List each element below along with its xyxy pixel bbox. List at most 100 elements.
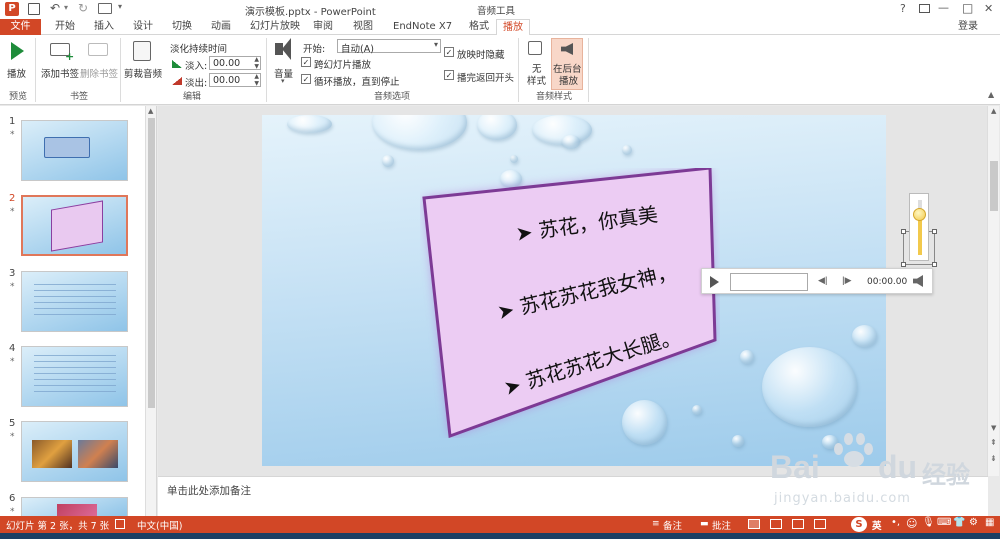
trim-audio-icon[interactable]	[133, 41, 151, 61]
slide-thumbnail-5[interactable]	[21, 421, 128, 482]
start-select[interactable]: 自动(A) ▾	[337, 39, 441, 55]
thumbnail-star: *	[10, 130, 15, 140]
rewind-icon[interactable]: ◀ǀ	[818, 276, 828, 286]
cross-slides-label: 跨幻灯片播放	[314, 60, 372, 71]
fade-in-spinner-icon[interactable]: ▲ ▼	[254, 56, 259, 70]
tab-home[interactable]: 开始	[55, 19, 75, 35]
tab-file[interactable]: 文件	[0, 19, 41, 35]
help-icon[interactable]: ?	[900, 2, 906, 15]
restore-button[interactable]: □	[962, 1, 973, 15]
water-drop	[562, 135, 580, 149]
scroll-thumb[interactable]	[148, 118, 155, 408]
tab-insert[interactable]: 插入	[94, 19, 114, 35]
add-bookmark-button[interactable]: 添加书签	[41, 66, 79, 80]
thumbnail-number: 1	[9, 116, 16, 127]
thumbnail-number: 6	[9, 493, 16, 504]
scroll-thumb[interactable]	[990, 161, 998, 211]
notes-button[interactable]: 备注	[663, 518, 682, 532]
tab-format[interactable]: 格式	[462, 19, 496, 35]
tab-animations[interactable]: 动画	[211, 19, 231, 35]
undo-dropdown-icon[interactable]: ▾	[64, 3, 68, 12]
rewind-label: 播完返回开头	[457, 73, 515, 84]
volume-knob[interactable]	[913, 208, 926, 221]
minimize-button[interactable]: —	[938, 1, 949, 14]
reading-view-icon[interactable]	[792, 519, 804, 529]
hide-during-show-checkbox[interactable]: ✓	[444, 47, 454, 57]
redo-icon[interactable]: ↻	[78, 1, 88, 15]
collapse-ribbon-icon[interactable]: ▲	[988, 90, 994, 99]
tab-playback[interactable]: 播放	[496, 19, 530, 36]
forward-icon[interactable]: ǀ▶	[842, 276, 852, 286]
play-icon[interactable]	[11, 42, 24, 60]
close-button[interactable]: ✕	[984, 2, 993, 15]
comments-button[interactable]: 批注	[712, 518, 731, 532]
cross-slides-checkbox[interactable]: ✓	[301, 57, 311, 67]
thumbnail-scrollbar[interactable]: ▲	[145, 106, 156, 516]
scroll-up-icon[interactable]: ▲	[148, 107, 153, 115]
tab-design[interactable]: 设计	[133, 19, 153, 35]
scroll-up-icon[interactable]: ▲	[991, 107, 996, 115]
notes-button-icon[interactable]: ≡	[652, 519, 660, 529]
play-button[interactable]: 播放	[7, 66, 26, 80]
resize-handle[interactable]	[901, 229, 906, 234]
microphone-icon[interactable]: 🎙	[922, 517, 935, 528]
hide-during-show-label: 放映时隐藏	[457, 50, 505, 61]
fade-out-spinner-icon[interactable]: ▲ ▼	[254, 73, 259, 87]
remove-bookmark-icon[interactable]	[88, 43, 108, 56]
skin-icon[interactable]: 👕	[953, 517, 965, 528]
slide-thumbnail-6[interactable]	[21, 497, 128, 516]
more-icon[interactable]: ▦	[985, 517, 994, 528]
play-icon[interactable]	[710, 276, 719, 288]
fade-out-input[interactable]: 00.00 ▲ ▼	[209, 73, 261, 87]
audio-player-bar[interactable]: ◀ǀ ǀ▶ 00:00.00	[701, 268, 933, 294]
tab-review[interactable]: 审阅	[313, 19, 333, 35]
water-drop	[732, 435, 744, 447]
spelling-icon[interactable]	[115, 519, 125, 529]
sogou-ime-icon[interactable]: S	[851, 517, 867, 532]
slideshow-view-icon[interactable]	[814, 519, 826, 529]
progress-track[interactable]	[730, 273, 808, 291]
rewind-checkbox[interactable]: ✓	[444, 70, 454, 80]
undo-icon[interactable]: ↶	[50, 1, 60, 15]
customize-qat-icon[interactable]: ▾	[118, 2, 122, 11]
emoji-icon[interactable]: ☺	[906, 517, 917, 530]
volume-cone-icon	[282, 38, 291, 60]
scroll-down-icon[interactable]: ▼	[991, 424, 996, 432]
tab-transitions[interactable]: 切换	[172, 19, 192, 35]
remove-bookmark-button[interactable]: 删除书签	[80, 66, 118, 80]
resize-handle[interactable]	[901, 262, 906, 267]
resize-handle[interactable]	[932, 229, 937, 234]
comments-button-icon[interactable]: ▬	[700, 519, 709, 529]
prev-slide-icon[interactable]: ⇞	[990, 438, 997, 447]
no-style-icon[interactable]	[528, 41, 542, 55]
language-status[interactable]: 中文(中国)	[137, 518, 182, 532]
slide-sorter-icon[interactable]	[770, 519, 782, 529]
mute-icon[interactable]	[913, 275, 923, 287]
loop-checkbox[interactable]: ✓	[301, 74, 311, 84]
text-card[interactable]: ➤ 苏花，你真美 ➤ 苏花苏花我女神， ➤ 苏花苏花大长腿。	[420, 168, 720, 438]
ribbon-display-options-icon[interactable]	[919, 4, 930, 13]
trim-audio-button[interactable]: 剪裁音频	[124, 66, 162, 80]
tab-endnote[interactable]: EndNote X7	[393, 19, 452, 35]
slide-thumbnail-2[interactable]	[21, 195, 128, 256]
punctuation-icon[interactable]: •,	[891, 517, 900, 528]
tab-view[interactable]: 视图	[353, 19, 373, 35]
ime-mode[interactable]: 英	[872, 518, 882, 532]
tab-slideshow[interactable]: 幻灯片放映	[250, 19, 300, 35]
start-from-beginning-icon[interactable]	[98, 3, 112, 14]
sign-in-link[interactable]: 登录	[958, 19, 978, 35]
slide-thumbnail-3[interactable]	[21, 271, 128, 332]
save-icon[interactable]	[28, 3, 40, 15]
next-slide-icon[interactable]: ⇟	[990, 454, 997, 463]
volume-slider-popup[interactable]	[909, 193, 929, 261]
tools-icon[interactable]: ⚙	[969, 517, 978, 528]
canvas-scrollbar[interactable]: ▲ ▼ ⇞ ⇟	[987, 106, 999, 476]
normal-view-icon[interactable]	[748, 519, 760, 529]
keyboard-icon[interactable]: ⌨	[937, 517, 951, 528]
slide-thumbnail-1[interactable]	[21, 120, 128, 181]
slide-thumbnail-4[interactable]	[21, 346, 128, 407]
volume-dropdown-icon[interactable]: ▾	[281, 77, 285, 85]
fade-in-input[interactable]: 00.00 ▲ ▼	[209, 56, 261, 70]
chevron-down-icon: ▾	[433, 40, 438, 49]
resize-handle[interactable]	[932, 262, 937, 267]
